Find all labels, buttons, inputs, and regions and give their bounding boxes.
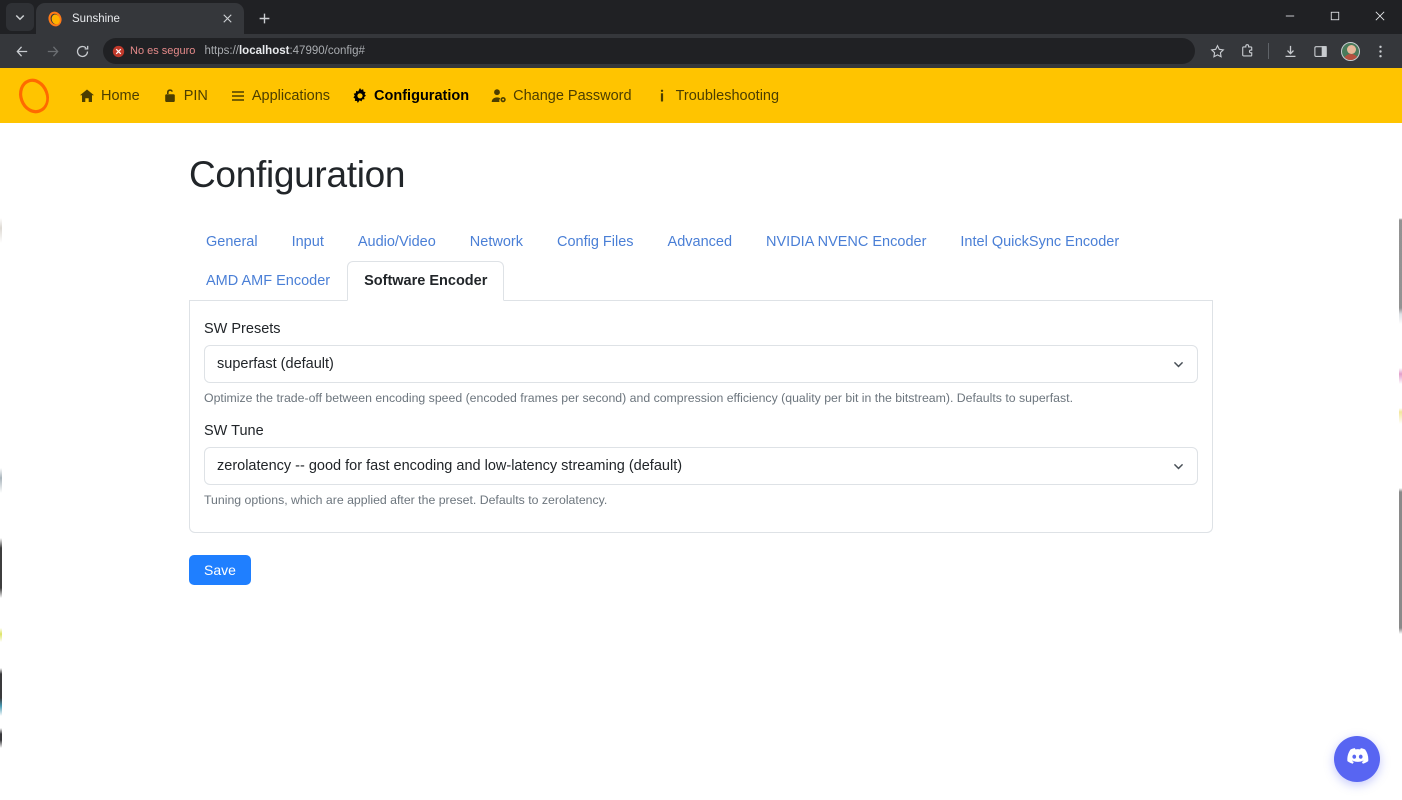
- url-host: localhost: [239, 45, 289, 57]
- info-icon: [654, 88, 670, 104]
- config-tab-bar: General Input Audio/Video Network Config…: [189, 222, 1213, 302]
- browser-tab-title: Sunshine: [72, 13, 218, 25]
- nav-item-configuration[interactable]: Configuration: [341, 84, 480, 108]
- tab-amd-amf-encoder[interactable]: AMD AMF Encoder: [189, 261, 347, 301]
- nav-item-home[interactable]: Home: [68, 84, 151, 108]
- url-scheme: https://: [204, 45, 239, 57]
- page-title: Configuration: [189, 155, 1213, 196]
- nav-item-pin[interactable]: PIN: [151, 84, 219, 108]
- content-container: Configuration General Input Audio/Video …: [189, 123, 1213, 585]
- nav-item-label: PIN: [184, 88, 208, 104]
- discord-icon: [1345, 744, 1370, 774]
- field-label: SW Tune: [204, 423, 1198, 439]
- nav-item-label: Applications: [252, 88, 330, 104]
- nav-item-applications[interactable]: Applications: [219, 84, 341, 108]
- app-navbar: Home PIN Applications: [0, 68, 1402, 123]
- tab-search-chevron-down-icon[interactable]: [6, 3, 34, 31]
- security-label: No es seguro: [130, 45, 195, 57]
- avatar: [1341, 42, 1360, 61]
- maximize-icon[interactable]: [1312, 0, 1357, 32]
- three-dot-menu-icon[interactable]: [1366, 37, 1394, 65]
- settings-card: SW Presets superfast (default) Optimize …: [189, 301, 1213, 532]
- nav-item-label: Home: [101, 88, 140, 104]
- close-icon[interactable]: [218, 10, 236, 28]
- browser-tab-strip: Sunshine: [0, 0, 1402, 34]
- url-text: https://localhost:47990/config#: [204, 45, 364, 57]
- field-label: SW Presets: [204, 321, 1198, 337]
- close-icon[interactable]: [1357, 0, 1402, 32]
- select-value: superfast (default): [217, 356, 334, 372]
- tab-network[interactable]: Network: [453, 222, 540, 262]
- tab-config-files[interactable]: Config Files: [540, 222, 651, 262]
- side-panel-icon[interactable]: [1306, 37, 1334, 65]
- tab-audio-video[interactable]: Audio/Video: [341, 222, 453, 262]
- page-content: Configuration General Input Audio/Video …: [0, 123, 1402, 585]
- select-value: zerolatency -- good for fast encoding an…: [217, 458, 682, 474]
- nav-item-label: Change Password: [513, 88, 632, 104]
- nav-item-troubleshooting[interactable]: Troubleshooting: [643, 84, 790, 108]
- house-icon: [79, 88, 95, 104]
- person-gear-icon: [491, 88, 507, 104]
- window-controls: [1267, 0, 1402, 34]
- profile-avatar[interactable]: [1336, 37, 1364, 65]
- download-icon[interactable]: [1276, 37, 1304, 65]
- sw-presets-select[interactable]: superfast (default): [204, 345, 1198, 383]
- navbar-links: Home PIN Applications: [68, 84, 790, 108]
- site-security-status[interactable]: No es seguro: [112, 45, 204, 58]
- field-help-text: Optimize the trade-off between encoding …: [204, 390, 1198, 407]
- gear-icon: [352, 88, 368, 104]
- new-tab-plus-icon[interactable]: [250, 4, 278, 32]
- arrow-right-icon[interactable]: [38, 37, 66, 65]
- list-icon: [230, 88, 246, 104]
- star-icon[interactable]: [1203, 37, 1231, 65]
- toolbar-divider: [1268, 43, 1269, 59]
- arrow-left-icon[interactable]: [8, 37, 36, 65]
- minimize-icon[interactable]: [1267, 0, 1312, 32]
- tab-general[interactable]: General: [189, 222, 275, 262]
- browser-tab[interactable]: Sunshine: [36, 3, 244, 34]
- tab-intel-quicksync-encoder[interactable]: Intel QuickSync Encoder: [943, 222, 1136, 262]
- extensions-puzzle-icon[interactable]: [1233, 37, 1261, 65]
- browser-toolbar: No es seguro https://localhost:47990/con…: [0, 34, 1402, 68]
- tab-nvidia-nvenc-encoder[interactable]: NVIDIA NVENC Encoder: [749, 222, 943, 262]
- tab-advanced[interactable]: Advanced: [651, 222, 750, 262]
- tab-software-encoder[interactable]: Software Encoder: [347, 261, 504, 301]
- field-help-text: Tuning options, which are applied after …: [204, 492, 1198, 509]
- browser-window: Sunshine: [0, 0, 1402, 800]
- chevron-down-icon: [1172, 358, 1185, 371]
- field-sw-presets: SW Presets superfast (default) Optimize …: [204, 321, 1198, 407]
- field-sw-tune: SW Tune zerolatency -- good for fast enc…: [204, 423, 1198, 509]
- address-bar[interactable]: No es seguro https://localhost:47990/con…: [103, 38, 1195, 64]
- save-button[interactable]: Save: [189, 555, 251, 585]
- tab-input[interactable]: Input: [275, 222, 341, 262]
- reload-icon[interactable]: [68, 37, 96, 65]
- unlock-icon: [162, 88, 178, 104]
- sw-tune-select[interactable]: zerolatency -- good for fast encoding an…: [204, 447, 1198, 485]
- chevron-down-icon: [1172, 460, 1185, 473]
- nav-item-label: Troubleshooting: [676, 88, 779, 104]
- page-viewport: Home PIN Applications: [0, 68, 1402, 800]
- discord-button[interactable]: [1334, 736, 1380, 782]
- sunshine-logo-icon: [47, 11, 63, 27]
- nav-item-change-password[interactable]: Change Password: [480, 84, 643, 108]
- not-secure-icon: [112, 45, 125, 58]
- url-path: :47990/config#: [289, 45, 364, 57]
- nav-item-label: Configuration: [374, 88, 469, 104]
- sunshine-logo-icon[interactable]: [14, 76, 54, 116]
